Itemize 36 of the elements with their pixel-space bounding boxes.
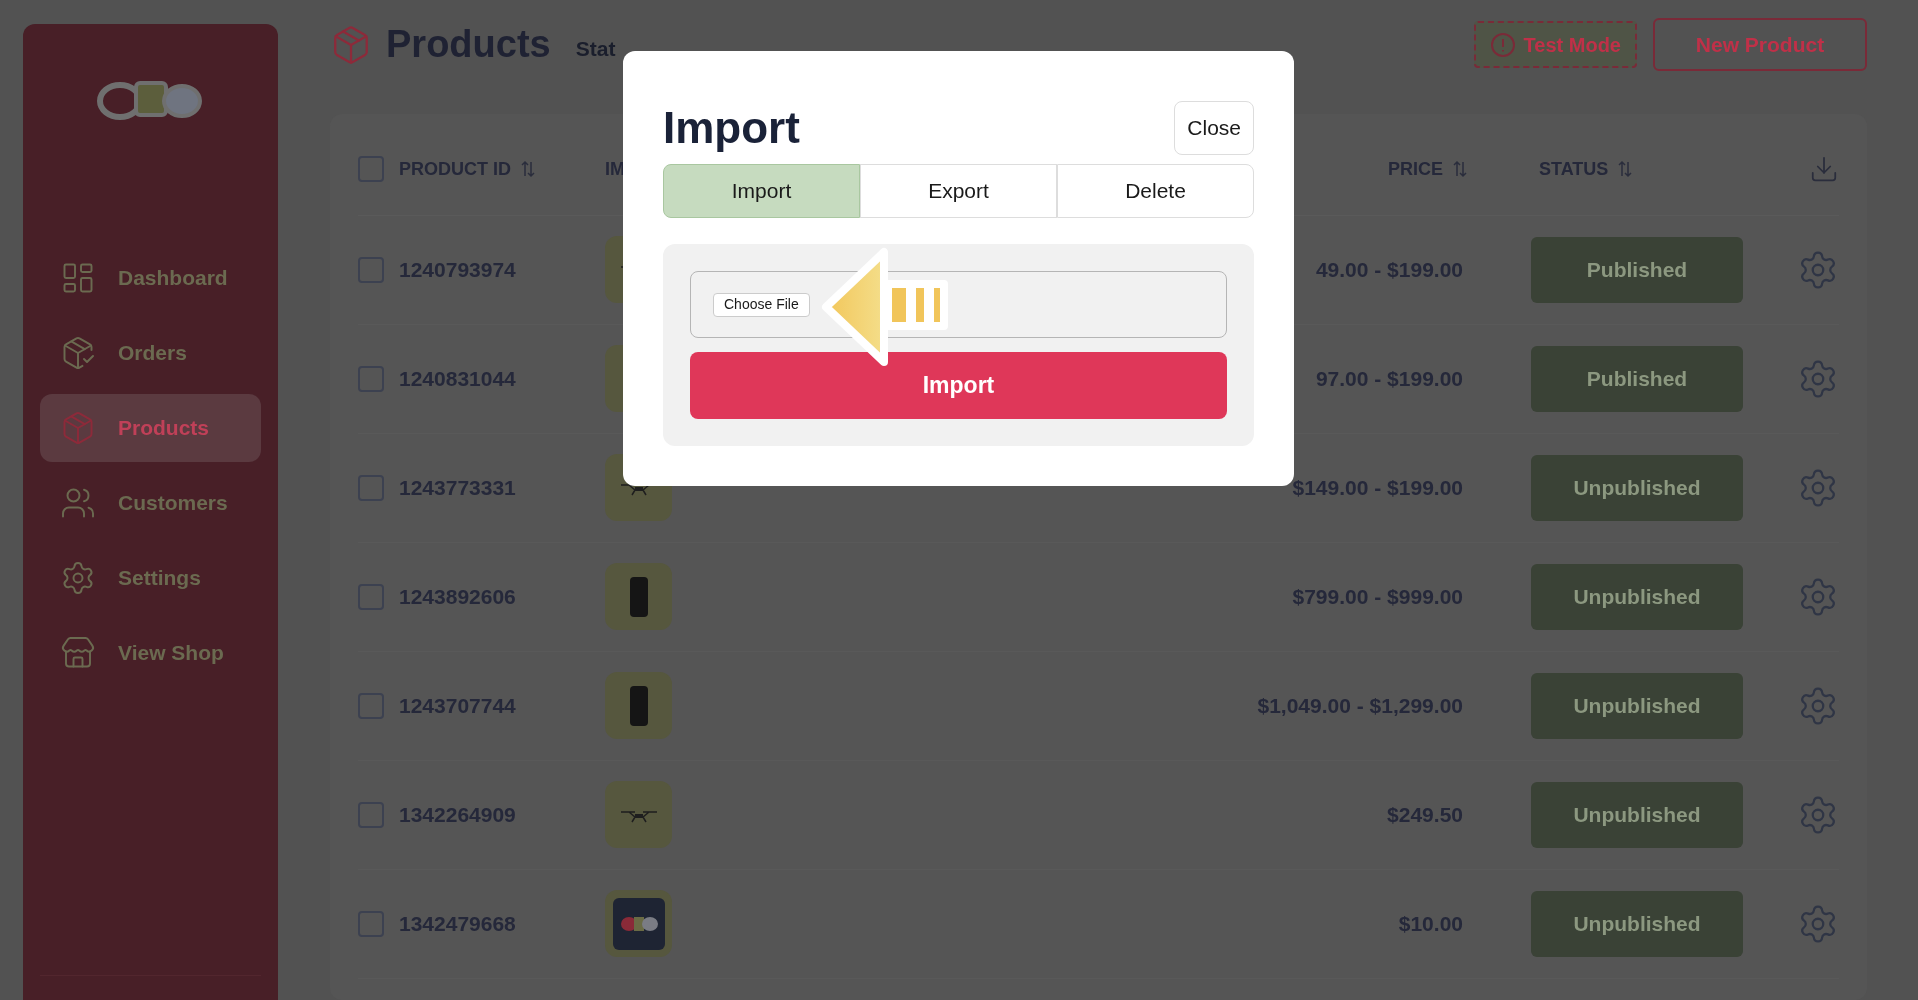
status-button[interactable]: Published [1531, 345, 1743, 412]
dialog-tab[interactable]: Import [663, 164, 860, 218]
row-checkbox[interactable] [358, 474, 384, 501]
phone-drawing [629, 576, 648, 617]
phone-drawing [629, 685, 648, 726]
row-checkbox[interactable] [358, 801, 384, 828]
dialog-title: Import [663, 101, 800, 154]
status-button[interactable]: Unpublished [1531, 781, 1743, 848]
close-button[interactable]: Close [1174, 100, 1254, 155]
choose-file-button[interactable]: Choose File [713, 292, 810, 317]
status-button[interactable]: Unpublished [1531, 672, 1743, 739]
sidebar-item[interactable]: View Shop [40, 619, 261, 687]
status-button[interactable]: Unpublished [1531, 563, 1743, 630]
row-checkbox[interactable] [358, 583, 384, 610]
import-button[interactable]: Import [690, 352, 1227, 419]
sidebar-item[interactable]: Customers [40, 469, 261, 537]
row-checkbox[interactable] [358, 910, 384, 937]
sidebar-item[interactable]: Orders [40, 319, 261, 387]
dialog-tab[interactable]: Delete [1057, 164, 1254, 218]
status-button[interactable]: Unpublished [1531, 890, 1743, 957]
sidebar-item[interactable]: Products [40, 394, 261, 462]
logo-thumbnail [612, 897, 665, 950]
select-all-checkbox[interactable] [358, 156, 384, 183]
row-checkbox[interactable] [358, 692, 384, 719]
sort-icon[interactable] [1618, 160, 1633, 179]
sort-icon[interactable] [521, 160, 535, 179]
page-subtitle: Stat [575, 36, 616, 63]
dialog-tab[interactable]: Export [860, 164, 1057, 218]
row-checkbox[interactable] [358, 256, 384, 283]
sort-icon[interactable] [1453, 160, 1467, 179]
alert-icon [1489, 31, 1516, 58]
status-button[interactable]: Unpublished [1531, 454, 1743, 521]
sidebar-item[interactable]: Dashboard [40, 244, 261, 312]
sidebar-item[interactable]: Settings [40, 544, 261, 612]
status-button[interactable]: Published [1531, 236, 1743, 303]
row-checkbox[interactable] [358, 365, 384, 392]
